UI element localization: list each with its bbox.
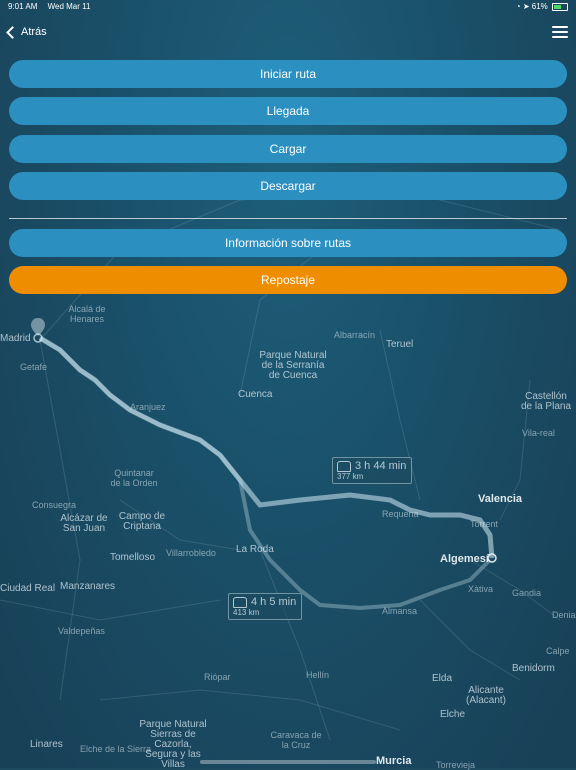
map-label: Albarracín bbox=[334, 330, 376, 340]
map-label: Alcázar de San Juan bbox=[60, 513, 108, 534]
route-distance: 377 km bbox=[337, 472, 364, 481]
hamburger-menu-icon[interactable] bbox=[552, 26, 568, 38]
route-info-button[interactable]: Información sobre rutas bbox=[9, 229, 567, 257]
status-bar: 9:01 AM Wed Mar 11 ◔ ➤ 61% bbox=[0, 0, 576, 14]
start-route-button[interactable]: Iniciar ruta bbox=[9, 60, 567, 88]
battery-level bbox=[554, 4, 562, 9]
map-label: Elche bbox=[440, 709, 466, 720]
map-label: Manzanares bbox=[60, 581, 116, 592]
route-time: 4 h 5 min bbox=[251, 596, 297, 608]
map-label: Quintanar de la Orden bbox=[110, 468, 158, 488]
map-label: Getafe bbox=[20, 362, 48, 372]
map-label: Valencia bbox=[478, 493, 523, 505]
map-label: Benidorm bbox=[512, 663, 555, 674]
route-distance: 413 km bbox=[233, 608, 260, 617]
back-label: Atrás bbox=[21, 26, 47, 38]
map-label: Almansa bbox=[382, 606, 418, 616]
map-label: Madrid bbox=[0, 333, 31, 344]
map-label: Riópar bbox=[204, 672, 231, 682]
map-label: Requena bbox=[382, 509, 419, 519]
route-card-main[interactable]: 3 h 44 min 377 km bbox=[332, 457, 412, 484]
map-label: Alcalá de Henares bbox=[68, 304, 106, 324]
map-label: Vila-real bbox=[522, 428, 555, 438]
map-label: Castellón de la Plana bbox=[520, 391, 572, 412]
refuel-button[interactable]: Repostaje bbox=[9, 266, 567, 294]
map-label: Villarrobledo bbox=[166, 548, 216, 558]
car-icon bbox=[337, 460, 351, 472]
location-icon: ➤ bbox=[522, 2, 530, 11]
map-label: Teruel bbox=[386, 339, 414, 350]
map-label: Consuegra bbox=[32, 500, 77, 510]
map-label: Murcia bbox=[376, 755, 412, 767]
wifi-icon: ◔ bbox=[515, 2, 521, 11]
map-label: Gandia bbox=[512, 588, 542, 598]
route-time: 3 h 44 min bbox=[355, 460, 407, 472]
map-label: Elda bbox=[432, 673, 453, 684]
load-button[interactable]: Cargar bbox=[9, 135, 567, 163]
map-label: Elche de la Sierra bbox=[80, 744, 152, 754]
map-label: Xàtiva bbox=[468, 584, 494, 594]
map-label: Algemesí bbox=[440, 553, 489, 565]
map-label: Hellín bbox=[306, 670, 330, 680]
map-label: La Roda bbox=[236, 544, 274, 555]
status-date: Wed Mar 11 bbox=[47, 2, 91, 11]
map-label: Campo de Criptana bbox=[118, 511, 166, 532]
map-label: Ciudad Real bbox=[0, 583, 56, 594]
battery-percent: 61% bbox=[531, 2, 548, 11]
map-label: Cuenca bbox=[238, 389, 273, 400]
map-label: Denia bbox=[552, 610, 576, 620]
chevron-left-icon bbox=[6, 25, 19, 39]
map-label: Aranjuez bbox=[130, 402, 166, 412]
map-label: Torrent bbox=[470, 519, 499, 529]
route-card-alt[interactable]: 4 h 5 min 413 km bbox=[228, 593, 302, 620]
map-label: Parque Natural de la Serranía de Cuenca bbox=[259, 350, 327, 381]
map-label: Tomelloso bbox=[110, 552, 156, 563]
car-icon bbox=[233, 596, 247, 608]
map-pin-icon bbox=[31, 318, 45, 336]
status-time: 9:01 AM bbox=[8, 2, 38, 11]
map-label: Alicante (Alacant) bbox=[465, 685, 506, 706]
home-indicator[interactable] bbox=[200, 760, 376, 764]
map-label: Caravaca de la Cruz bbox=[270, 730, 322, 750]
arrival-button[interactable]: Llegada bbox=[9, 97, 567, 125]
map-label: Torrevieja bbox=[436, 760, 476, 770]
back-button[interactable]: Atrás bbox=[6, 25, 47, 39]
map-label: Linares bbox=[30, 739, 63, 750]
download-button[interactable]: Descargar bbox=[9, 172, 567, 200]
battery-icon bbox=[552, 2, 568, 11]
map-label: Valdepeñas bbox=[58, 626, 105, 636]
divider bbox=[9, 218, 567, 219]
map-label: Calpe bbox=[546, 646, 570, 656]
